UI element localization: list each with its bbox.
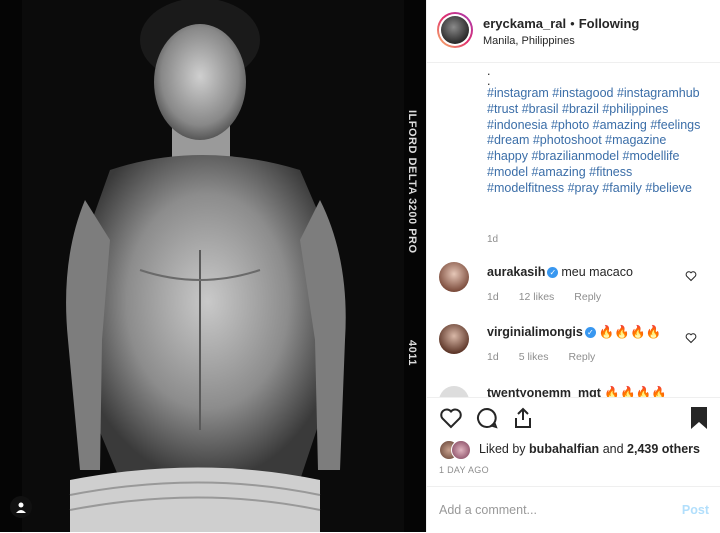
caption-hashtags[interactable]: #instagram #instagood #instagramhub #tru… xyxy=(487,86,700,195)
commenter-avatar[interactable] xyxy=(439,386,469,397)
author-username[interactable]: eryckama_ral xyxy=(483,16,566,31)
photo-image xyxy=(0,0,426,532)
comment-body: 🔥🔥🔥🔥 xyxy=(604,386,667,397)
comment-box: Add a comment... Post xyxy=(427,486,720,533)
post-location[interactable]: Manila, Philippines xyxy=(483,35,575,47)
comment-input[interactable]: Add a comment... xyxy=(439,503,537,517)
author-line: eryckama_ral • Following xyxy=(483,16,639,31)
likes-others[interactable]: 2,439 others xyxy=(627,442,700,456)
post-time[interactable]: 1 DAY AGO xyxy=(439,465,489,475)
likes-middle: and xyxy=(602,442,624,456)
comment-meta: 1d 5 likes Reply xyxy=(487,351,615,363)
commenter-username[interactable]: virginialimongis xyxy=(487,325,583,339)
action-bar xyxy=(427,397,720,438)
author-avatar[interactable] xyxy=(437,12,473,48)
caption-age: 1d xyxy=(487,234,499,245)
comment-icon[interactable] xyxy=(475,406,499,430)
comment-item: twentyonemm_mgt 🔥🔥🔥🔥 xyxy=(427,380,720,397)
commenter-avatar[interactable] xyxy=(439,262,469,292)
comment-age: 1d xyxy=(487,291,499,303)
bookmark-icon[interactable] xyxy=(689,406,709,430)
commenter-username[interactable]: twentyonemm_mgt xyxy=(487,386,601,397)
comment-age: 1d xyxy=(487,351,499,363)
comment-body: meu macaco xyxy=(561,265,633,279)
verified-badge-icon: ✓ xyxy=(547,267,559,278)
reply-button[interactable]: Reply xyxy=(568,351,595,363)
likes-summary: Liked by bubahalfian and 2,439 others xyxy=(439,438,719,460)
tagged-user-icon[interactable] xyxy=(10,496,32,518)
heart-outline-icon[interactable] xyxy=(685,332,697,344)
verified-badge-icon: ✓ xyxy=(584,327,596,338)
comment-likes[interactable]: 12 likes xyxy=(519,291,555,303)
comment-meta: 1d 12 likes Reply xyxy=(487,291,621,303)
comment-text-line: virginialimongis ✓ 🔥🔥🔥🔥 xyxy=(487,325,661,340)
reply-button[interactable]: Reply xyxy=(574,291,601,303)
post-caption: . . #instagram #instagood #instagramhub … xyxy=(487,64,707,197)
caption-dot-1: . xyxy=(487,64,491,78)
likes-prefix: Liked by xyxy=(479,442,526,456)
share-icon[interactable] xyxy=(511,406,535,430)
commenter-avatar[interactable] xyxy=(439,324,469,354)
post-header: eryckama_ral • Following Manila, Philippin… xyxy=(427,0,720,63)
post-photo[interactable]: ILFORD DELTA 3200 PRO 4011 xyxy=(0,0,426,532)
heart-icon[interactable] xyxy=(439,406,463,430)
film-label-top: ILFORD DELTA 3200 PRO xyxy=(406,110,418,254)
comment-body: 🔥🔥🔥🔥 xyxy=(598,325,662,339)
likes-text: Liked by bubahalfian and 2,439 others xyxy=(479,442,700,456)
header-separator: • xyxy=(570,16,575,31)
caption-dot-2: . xyxy=(487,74,491,88)
film-label-bottom: 4011 xyxy=(406,340,418,366)
post-sidebar: eryckama_ral • Following Manila, Philippin… xyxy=(426,0,720,532)
commenter-username[interactable]: aurakasih xyxy=(487,265,545,279)
heart-outline-icon[interactable] xyxy=(685,270,697,282)
comment-text-line: twentyonemm_mgt 🔥🔥🔥🔥 xyxy=(487,386,667,397)
liker-username[interactable]: bubahalfian xyxy=(529,442,599,456)
comment-likes[interactable]: 5 likes xyxy=(519,351,549,363)
following-button[interactable]: Following xyxy=(579,16,640,31)
liker-avatar xyxy=(451,440,471,460)
post-comment-button[interactable]: Post xyxy=(682,503,709,517)
comment-text-line: aurakasih ✓ meu macaco xyxy=(487,265,633,279)
